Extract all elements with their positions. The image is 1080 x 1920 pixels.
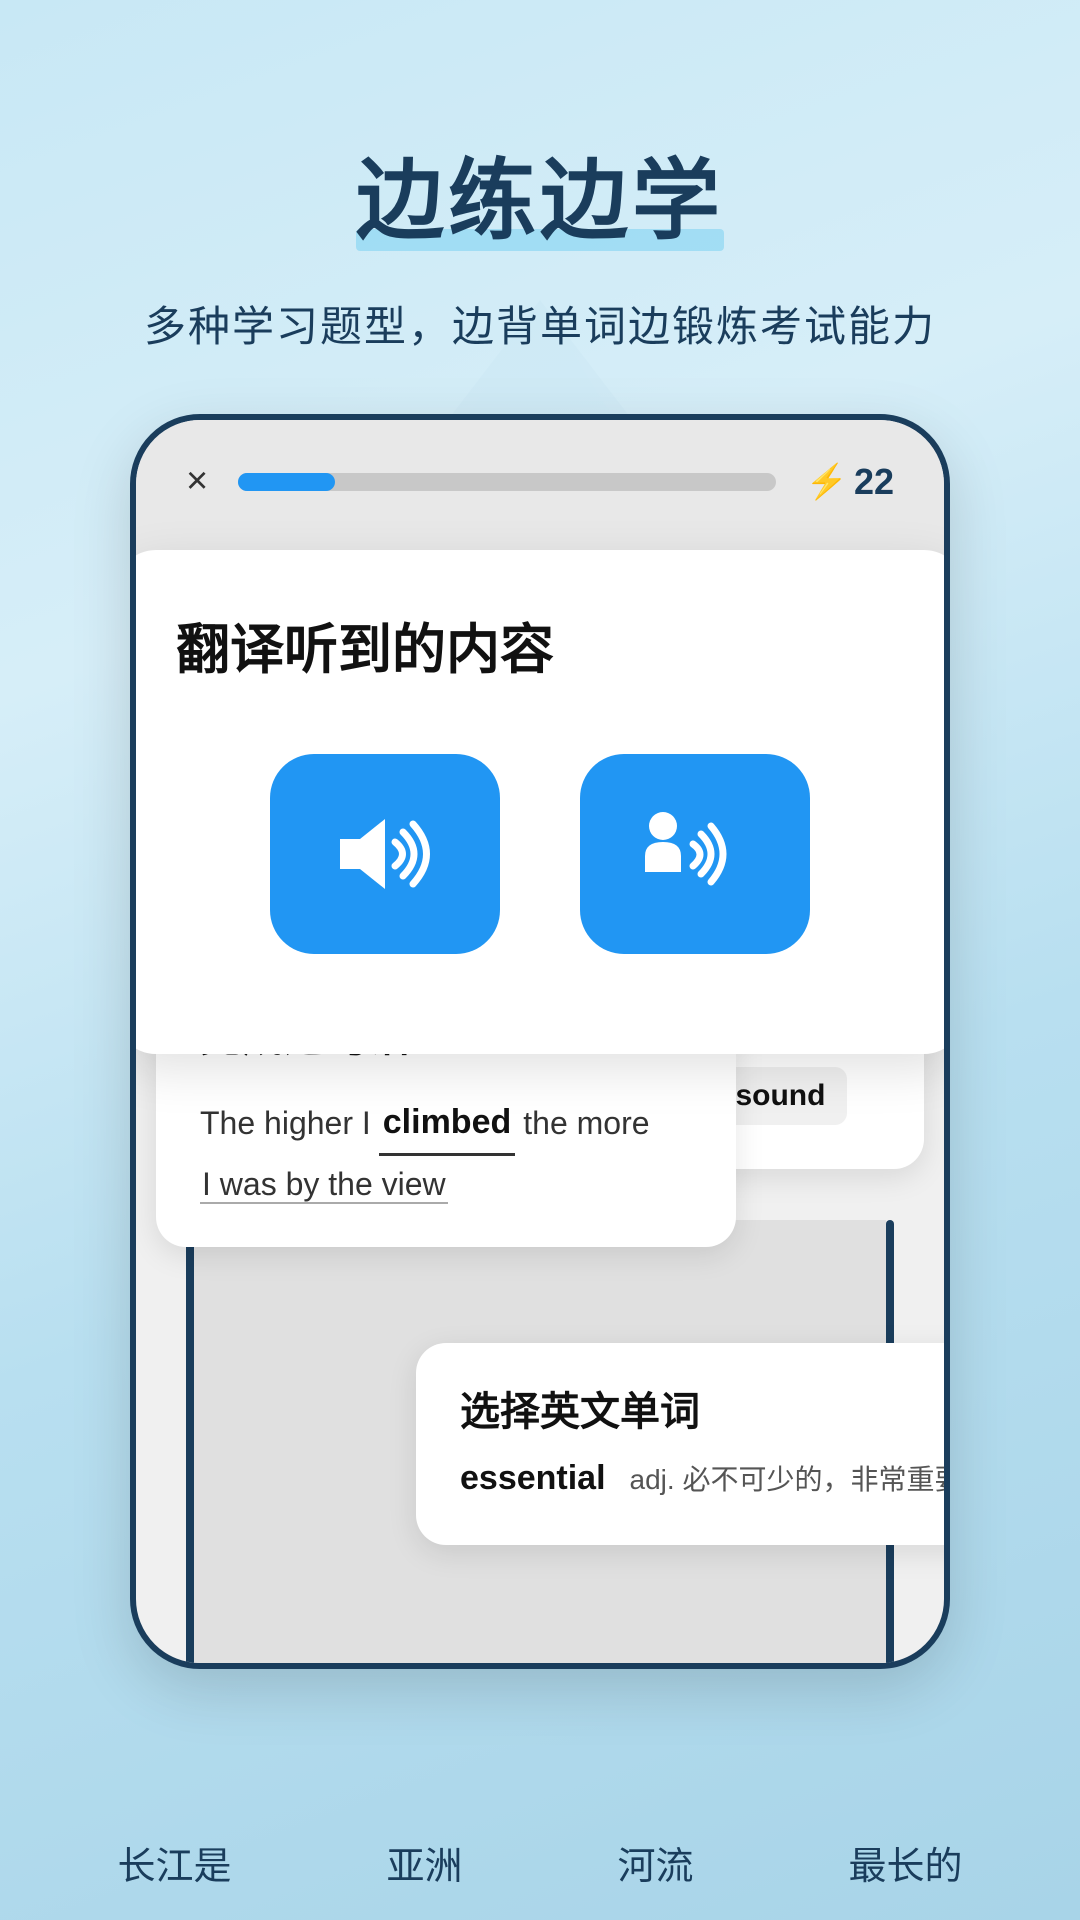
page-subtitle: 多种学习题型，边背单词边锻炼考试能力 [0,293,1080,354]
lightning-icon: ⚡ [806,462,848,502]
phone-frame: × ⚡ 22 翻译听到的内容 [130,414,950,1669]
slow-speaker-icon [635,804,755,904]
page-container: 边练边学 多种学习题型，边背单词边锻炼考试能力 × ⚡ 22 [0,0,1080,1920]
audio-buttons-row [176,734,904,984]
bottom-word-4: 最长的 [848,1835,962,1890]
word-english: essential [460,1459,606,1498]
bottom-word-3: 河流 [617,1835,693,1890]
progress-bar-track [238,473,775,491]
sentence-underline: I was by the view [200,1166,448,1204]
sentence-line2: I was by the view [200,1166,692,1203]
phone-inner: × ⚡ 22 翻译听到的内容 [136,420,944,963]
sentence-blank: climbed [379,1092,515,1156]
bottom-word-2: 亚洲 [386,1835,462,1890]
progress-row: × ⚡ 22 [186,460,894,503]
sentence-part1: The higher I [200,1095,371,1153]
score-badge: ⚡ 22 [806,461,894,503]
score-value: 22 [854,461,894,503]
word-definition: essential adj. 必不可少的，非常重要的 [460,1459,950,1501]
bottom-word-1: 长江是 [117,1835,231,1890]
sentence-line1: The higher I climbed the more [200,1092,692,1156]
word-definition-text: adj. 必不可少的，非常重要的 [630,1459,950,1501]
select-word-card: 选择英文单词 essential adj. 必不可少的，非常重要的 [416,1343,950,1545]
tag2-bold: sound [735,1079,825,1112]
progress-bar-fill [238,473,335,491]
page-title: 边练边学 [356,130,724,257]
bottom-word-row: 长江是 亚洲 河流 最长的 [0,1805,1080,1920]
translate-card-title: 翻译听到的内容 [176,605,904,684]
phone-mockup-area: × ⚡ 22 翻译听到的内容 [0,414,1080,1669]
slow-speaker-button[interactable] [580,754,810,954]
header-section: 边练边学 多种学习题型，边背单词边锻炼考试能力 [0,0,1080,354]
sentence-part2: the more [523,1095,649,1153]
speaker-icon [325,804,445,904]
close-button[interactable]: × [186,460,208,503]
select-word-label: 选择英文单词 [460,1379,950,1437]
translate-audio-card: 翻译听到的内容 [130,550,950,1054]
speaker-button[interactable] [270,754,500,954]
